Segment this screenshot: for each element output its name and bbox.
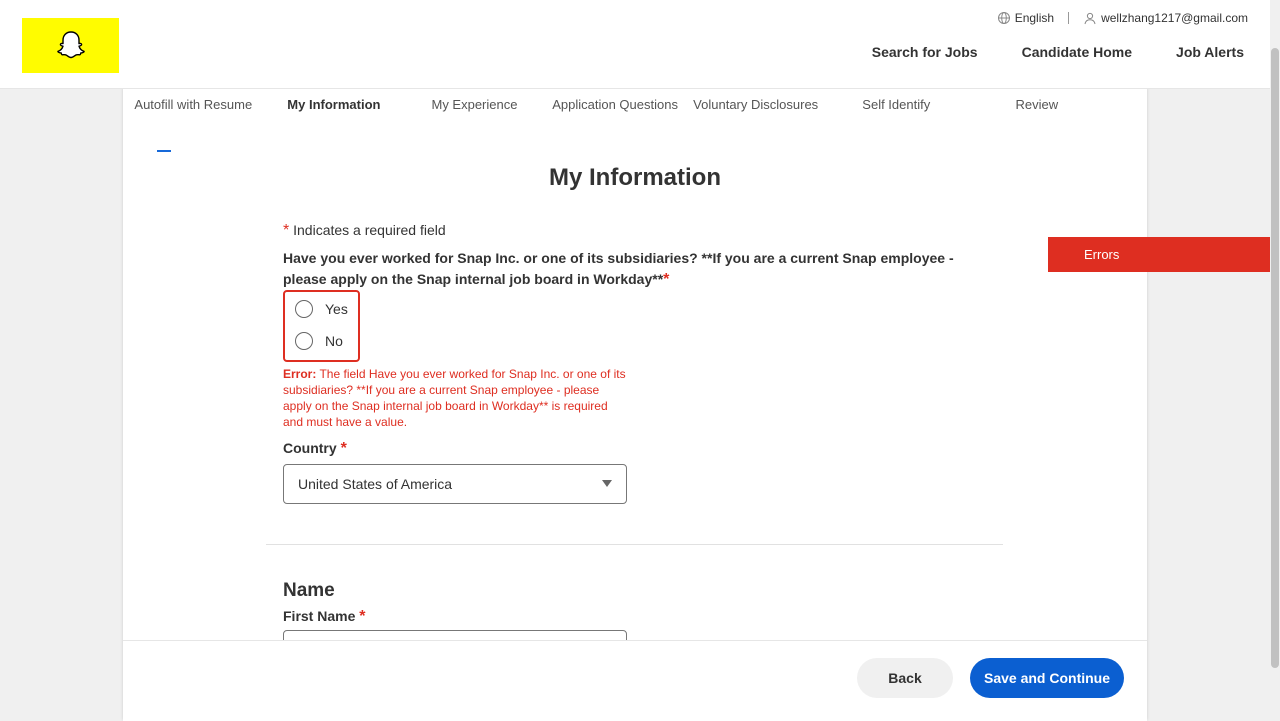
required-star: * [340,440,347,457]
language-label: English [1014,11,1055,25]
progress-steps: Autofill with Resume My Information My E… [123,96,1147,113]
country-label-text: Country [283,440,337,456]
first-name-label: First Name * [283,608,365,626]
step-my-information: My Information [287,97,381,112]
step-review: Review [1015,97,1059,112]
page-footer: Back Save and Continue [123,640,1147,721]
section-divider [266,544,1003,545]
step-autofill-with-resume: Autofill with Resume [134,97,253,112]
required-star: * [359,608,366,625]
snapchat-logo[interactable] [22,18,119,73]
radio-no[interactable] [295,332,313,350]
utility-bar: English wellzhang1217@gmail.com [997,10,1248,26]
nav-candidate-home[interactable]: Candidate Home [1018,43,1136,61]
radio-yes-label: Yes [325,301,348,317]
user-icon [1084,12,1096,25]
language-selector[interactable]: English [997,11,1054,25]
error-body: The field Have you ever worked for Snap … [283,367,626,429]
step-voluntary-disclosures: Voluntary Disclosures [693,97,819,112]
radio-option-no[interactable]: No [295,332,343,350]
back-button[interactable]: Back [857,658,953,698]
progress-marker [157,140,171,152]
step-application-questions: Application Questions [552,97,678,112]
account-menu[interactable]: wellzhang1217@gmail.com [1083,11,1248,25]
required-star: * [283,222,290,239]
error-prefix: Error: [283,367,317,381]
field-error-message: Error: The field Have you ever worked fo… [283,366,628,430]
application-panel: Autofill with Resume My Information My E… [123,88,1147,720]
save-and-continue-button[interactable]: Save and Continue [970,658,1124,698]
question-text: Have you ever worked for Snap Inc. or on… [283,250,954,287]
previous-worker-question: Have you ever worked for Snap Inc. or on… [283,248,993,290]
scrollbar-track[interactable] [1270,0,1280,720]
account-email: wellzhang1217@gmail.com [1101,11,1248,25]
first-name-label-text: First Name [283,608,356,624]
utility-separator [1068,12,1070,24]
required-note: * Indicates a required field [283,222,446,240]
nav-search-for-jobs[interactable]: Search for Jobs [868,43,982,61]
step-my-experience: My Experience [431,97,518,112]
page-title: My Information [549,164,721,191]
header-nav: Search for Jobs Candidate Home Job Alert… [868,43,1248,61]
step-self-identify: Self Identify [862,97,931,112]
radio-option-yes[interactable]: Yes [295,300,348,318]
previous-worker-radio-group: Yes No [283,290,360,362]
name-section-title: Name [283,580,335,601]
errors-panel-toggle[interactable]: Errors [1048,237,1270,272]
country-label: Country * [283,440,347,458]
country-value: United States of America [298,476,453,492]
required-note-text: Indicates a required field [293,222,446,238]
radio-no-label: No [325,333,343,349]
ghost-icon [56,30,85,58]
country-select[interactable]: United States of America [283,464,627,504]
radio-yes[interactable] [295,300,313,318]
scrollbar-thumb[interactable] [1271,48,1279,668]
progress-indicator[interactable] [157,136,309,152]
globe-icon [997,12,1010,24]
chevron-down-icon [602,480,612,487]
page-header: English wellzhang1217@gmail.com Search f… [0,0,1270,89]
errors-tab-label: Errors [1084,247,1120,262]
required-star: * [663,271,670,288]
nav-job-alerts[interactable]: Job Alerts [1172,43,1248,61]
